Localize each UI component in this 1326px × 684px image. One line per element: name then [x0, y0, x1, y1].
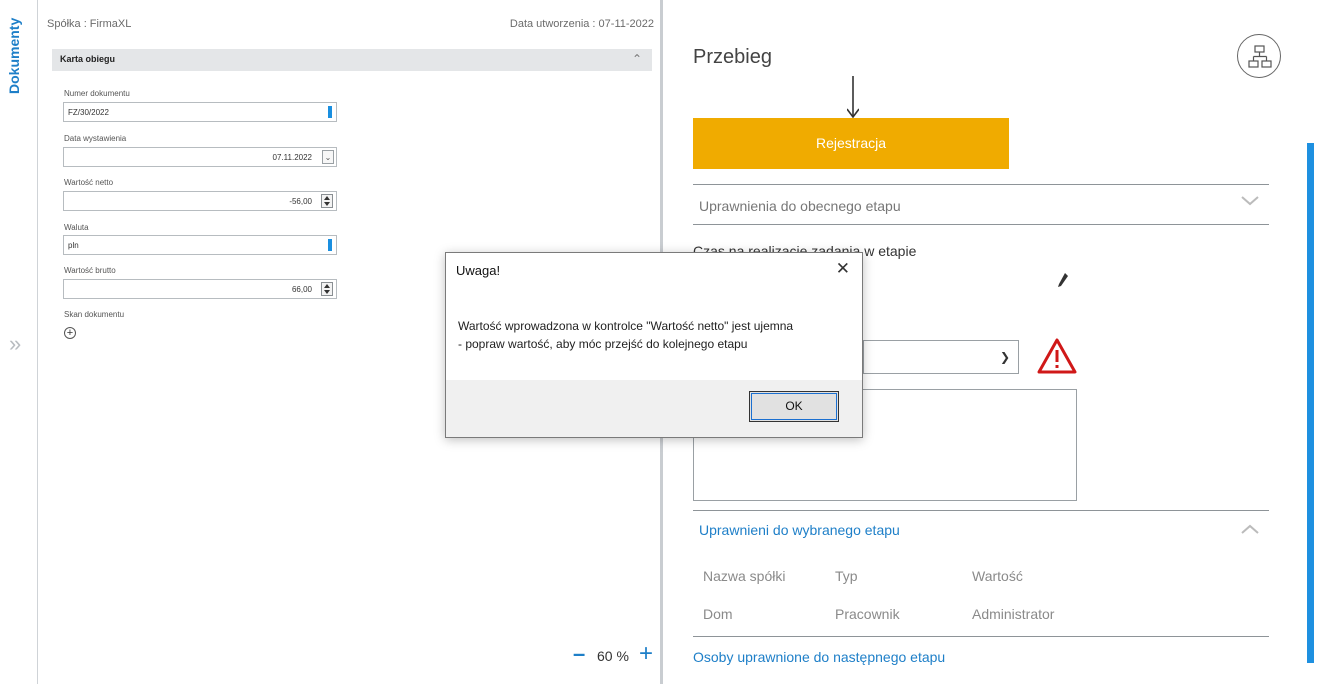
selected-stage-permissions-header[interactable]: Uprawnieni do wybranego etapu	[699, 522, 900, 538]
section-title: Karta obiegu	[60, 54, 116, 64]
currency-value: pln	[68, 241, 79, 250]
dialog-message-line1: Wartość wprowadzona w kontrolce "Wartość…	[458, 319, 794, 333]
column-header-value: Wartość	[972, 568, 1023, 584]
field-label-waluta: Waluta	[64, 223, 89, 232]
dialog-title: Uwaga!	[456, 263, 501, 278]
column-header-company: Nazwa spółki	[703, 568, 786, 584]
side-rail: Dokumenty »	[0, 0, 38, 684]
divider	[693, 510, 1269, 511]
workflow-diagram-button[interactable]	[1237, 34, 1281, 78]
documents-tab[interactable]: Dokumenty	[6, 6, 32, 96]
org-chart-icon	[1248, 45, 1272, 68]
chevron-up-icon[interactable]	[1240, 522, 1260, 536]
chevron-down-icon: ❯	[999, 350, 1010, 364]
current-stage-permissions-header[interactable]: Uprawnienia do obecnego etapu	[699, 198, 901, 214]
column-header-type: Typ	[835, 568, 858, 584]
close-icon[interactable]: ✕	[836, 259, 850, 279]
required-indicator	[328, 106, 332, 118]
net-value-input[interactable]: -56,00	[63, 191, 337, 211]
warning-dialog: Uwaga! ✕ Wartość wprowadzona w kontrolce…	[445, 252, 863, 438]
section-header-karta-obiegu[interactable]: Karta obiegu ⌃	[52, 49, 652, 71]
divider	[693, 184, 1269, 185]
field-label-numer: Numer dokumentu	[64, 89, 130, 98]
field-label-skan: Skan dokumentu	[64, 310, 125, 319]
zoom-out-button[interactable]: –	[573, 643, 585, 665]
dialog-footer: OK	[446, 380, 862, 437]
field-label-brutto: Wartość brutto	[64, 266, 116, 275]
zoom-in-button[interactable]: +	[639, 642, 653, 666]
field-label-data: Data wystawienia	[64, 134, 127, 143]
issue-date-value: 07.11.2022	[272, 153, 312, 162]
creation-date-label: Data utworzenia : 07-11-2022	[509, 18, 654, 30]
gross-value-stepper[interactable]	[321, 282, 333, 296]
chevron-down-icon[interactable]	[1240, 194, 1260, 208]
vertical-scrollbar[interactable]	[1307, 143, 1314, 663]
net-value-stepper[interactable]	[321, 194, 333, 208]
dialog-message-line2: - popraw wartość, aby móc przejść do kol…	[458, 337, 748, 351]
divider	[693, 224, 1269, 225]
arrow-down-icon	[847, 76, 859, 118]
chevron-down-icon[interactable]: ⌄	[322, 150, 334, 164]
documents-tab-label: Dokumenty	[6, 17, 22, 94]
document-number-value: FZ/30/2022	[68, 108, 109, 117]
gross-value-input[interactable]: 66,00	[63, 279, 337, 299]
stage-rejestracja-button[interactable]: Rejestracja	[693, 118, 1009, 169]
cell-type: Pracownik	[835, 606, 900, 622]
company-label: Spółka : FirmaXL	[47, 18, 132, 30]
chevron-up-icon[interactable]: ⌃	[632, 52, 642, 66]
pencil-icon[interactable]	[1056, 272, 1070, 290]
stage-select[interactable]: ❯	[863, 340, 1019, 374]
app-window: Dokumenty » Spółka : FirmaXL Data utworz…	[0, 0, 1326, 684]
field-label-netto: Wartość netto	[64, 178, 114, 187]
cell-value: Administrator	[972, 606, 1055, 622]
document-number-input[interactable]: FZ/30/2022	[63, 102, 337, 122]
ok-button[interactable]: OK	[749, 391, 839, 422]
gross-value: 66,00	[291, 285, 312, 294]
net-value: -56,00	[289, 197, 312, 206]
cell-company: Dom	[703, 606, 733, 622]
add-attachment-icon[interactable]: +	[64, 327, 76, 339]
currency-input[interactable]: pln	[63, 235, 337, 255]
divider	[693, 636, 1269, 637]
double-chevron-right-icon[interactable]: »	[9, 332, 33, 356]
issue-date-picker[interactable]: 07.11.2022 ⌄	[63, 147, 337, 167]
zoom-level: 60 %	[597, 648, 629, 664]
required-indicator	[328, 239, 332, 251]
workflow-title: Przebieg	[693, 46, 772, 68]
warning-icon	[1037, 338, 1077, 374]
next-stage-people-link[interactable]: Osoby uprawnione do następnego etapu	[693, 649, 945, 665]
